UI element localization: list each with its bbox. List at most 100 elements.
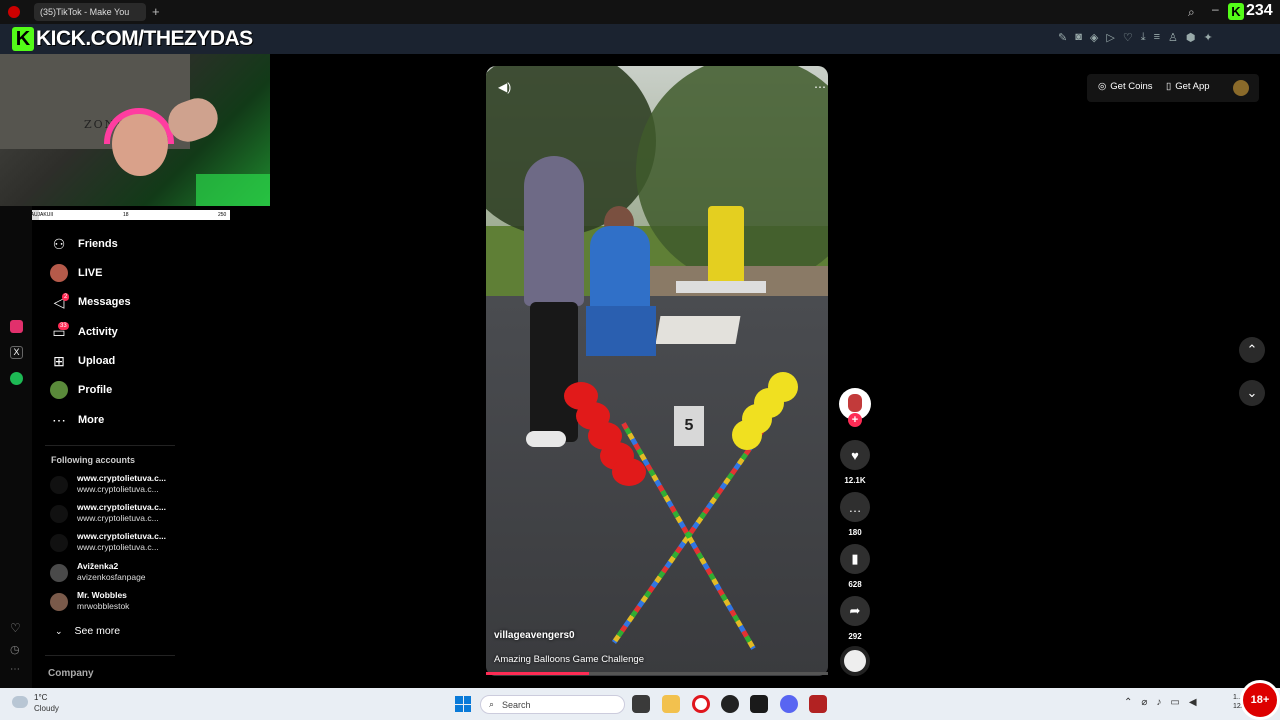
weather-temperature[interactable]: 1°C: [34, 693, 47, 702]
weather-description[interactable]: Cloudy: [34, 704, 59, 713]
task-view-icon[interactable]: [632, 695, 650, 713]
comment-count: 180: [848, 528, 862, 537]
get-coins-button[interactable]: ◎ Get Coins: [1098, 81, 1153, 92]
system-tray: ⌃ ⌀ ♪ ▭ ◀: [1124, 697, 1197, 708]
taskbar-search[interactable]: ⌕ Search: [480, 695, 625, 714]
sidebar-item-more[interactable]: ⋯ More: [50, 408, 104, 432]
following-account[interactable]: Aviženka2 avizenkosfanpage: [50, 561, 190, 587]
play-icon[interactable]: ▷: [1106, 31, 1114, 47]
sidebar-item-upload[interactable]: ⊞ Upload: [50, 349, 115, 373]
video-man-hoodie: [524, 156, 584, 306]
share-count: 292: [848, 632, 862, 641]
opera-logo-icon[interactable]: [8, 6, 20, 18]
menu-icon[interactable]: ≡: [1154, 31, 1160, 47]
sidebar-divider: [45, 445, 175, 446]
network-off-icon[interactable]: ⌀: [1141, 697, 1147, 708]
profile-icon: [50, 381, 68, 399]
clock-icon[interactable]: ◷: [10, 643, 20, 656]
like-button[interactable]: ♥: [840, 440, 870, 470]
video-author[interactable]: villageavengers0: [494, 630, 575, 641]
video-girl-skirt: [586, 306, 656, 356]
sidebar-item-profile[interactable]: Profile: [50, 378, 112, 402]
sidebar-item-label: Upload: [78, 355, 116, 367]
heart-icon[interactable]: ♡: [1123, 31, 1133, 47]
following-account[interactable]: www.cryptolietuva.c... www.cryptolietuva.…: [50, 473, 190, 499]
activity-badge: 33: [58, 322, 69, 330]
discord-icon[interactable]: [780, 695, 798, 713]
get-app-button[interactable]: ▯ Get App: [1166, 81, 1210, 92]
share-icon: ➦: [849, 603, 861, 618]
phone-icon: ▯: [1166, 81, 1172, 92]
next-video-button[interactable]: ⌄: [1239, 380, 1265, 406]
account-avatar: [50, 505, 68, 523]
shield-app-icon[interactable]: [809, 695, 827, 713]
follow-plus-icon[interactable]: +: [848, 413, 862, 427]
obs-icon[interactable]: [721, 695, 739, 713]
previous-video-button[interactable]: ⌃: [1239, 337, 1265, 363]
following-account[interactable]: Mr. Wobbles mrwobblestok: [50, 590, 190, 616]
sidebar-item-label: Activity: [78, 326, 118, 338]
following-account[interactable]: www.cryptolietuva.c... www.cryptolietuva.…: [50, 502, 190, 528]
share-button[interactable]: ➦: [840, 596, 870, 626]
new-tab-button[interactable]: +: [152, 4, 160, 20]
camera-icon[interactable]: ◙: [1075, 31, 1082, 47]
kick-app-icon[interactable]: [750, 695, 768, 713]
save-button[interactable]: ▮: [840, 544, 870, 574]
heart-icon[interactable]: ♡: [10, 621, 21, 635]
comment-icon: …: [848, 499, 862, 515]
social-strip: [0, 206, 32, 688]
account-handle: www.cryptolietuva.c...: [77, 484, 159, 494]
user-avatar[interactable]: [1233, 80, 1249, 96]
account-name: www.cryptolietuva.c...: [77, 531, 166, 541]
mic-icon[interactable]: ♪: [1156, 697, 1161, 708]
tray-overflow-icon[interactable]: ⌃: [1124, 697, 1132, 708]
volume-icon[interactable]: ◀): [498, 80, 511, 94]
comment-button[interactable]: …: [840, 492, 870, 522]
account-handle: www.cryptolietuva.c...: [77, 542, 159, 552]
spotify-icon[interactable]: [10, 372, 23, 385]
person-icon[interactable]: ♙: [1168, 31, 1178, 47]
minimize-icon[interactable]: –: [1212, 2, 1219, 16]
kick-banner: KICK.COM/THEZYDAS: [36, 27, 253, 50]
browser-tab[interactable]: (35)TikTok - Make You: [34, 3, 146, 21]
edit-icon[interactable]: ✎: [1058, 31, 1067, 47]
company-link[interactable]: Company: [48, 668, 94, 679]
see-more-button[interactable]: ⌄ See more: [55, 625, 120, 637]
more-dots-icon[interactable]: ⋯: [10, 664, 20, 675]
x-icon[interactable]: X: [10, 346, 23, 359]
display-icon[interactable]: ▭: [1170, 697, 1179, 708]
shield-icon[interactable]: ◈: [1090, 31, 1098, 47]
cloud-icon[interactable]: [12, 696, 28, 708]
instagram-icon[interactable]: [10, 320, 23, 333]
download-icon[interactable]: ⤓: [1141, 31, 1146, 47]
speaker-icon[interactable]: ◀: [1189, 697, 1197, 708]
sidebar-divider: [45, 655, 175, 656]
creator-avatar-image: [848, 394, 862, 412]
counter-badge-icon: K: [1228, 3, 1244, 20]
ai-icon[interactable]: ✦: [1203, 31, 1212, 47]
file-explorer-icon[interactable]: [662, 695, 680, 713]
bookmark-icon: ▮: [851, 551, 859, 566]
account-name: Mr. Wobbles: [77, 590, 127, 600]
red-balloon: [612, 458, 646, 486]
sidebar-item-friends[interactable]: ⚇ Friends: [50, 232, 118, 256]
search-icon[interactable]: ⌕: [1188, 5, 1195, 20]
goal-progress-current: 18: [123, 212, 129, 218]
profile-avatar: [50, 381, 68, 399]
webcam-overlay: ZONE: [0, 54, 270, 206]
opera-icon[interactable]: [692, 695, 710, 713]
following-account[interactable]: www.cryptolietuva.c... www.cryptolietuva.…: [50, 531, 190, 557]
cube-icon[interactable]: ⬢: [1186, 31, 1196, 47]
heart-icon: ♥: [851, 447, 859, 463]
chevron-down-icon: ⌄: [55, 625, 63, 636]
extension-toolbar: ✎ ◙ ◈ ▷ ♡ ⤓ ≡ ♙ ⬢ ✦: [1058, 31, 1213, 47]
video-player[interactable]: 5: [486, 66, 828, 676]
windows-logo-pane: [455, 696, 463, 704]
start-button[interactable]: [455, 696, 471, 712]
music-disc-icon[interactable]: [840, 646, 870, 676]
friends-icon: ⚇: [52, 235, 66, 252]
sidebar-item-label: Profile: [78, 384, 113, 396]
sidebar-item-live[interactable]: LIVE: [50, 261, 102, 285]
webcam-green-light: [196, 174, 270, 206]
video-more-icon[interactable]: ⋯: [814, 80, 826, 94]
